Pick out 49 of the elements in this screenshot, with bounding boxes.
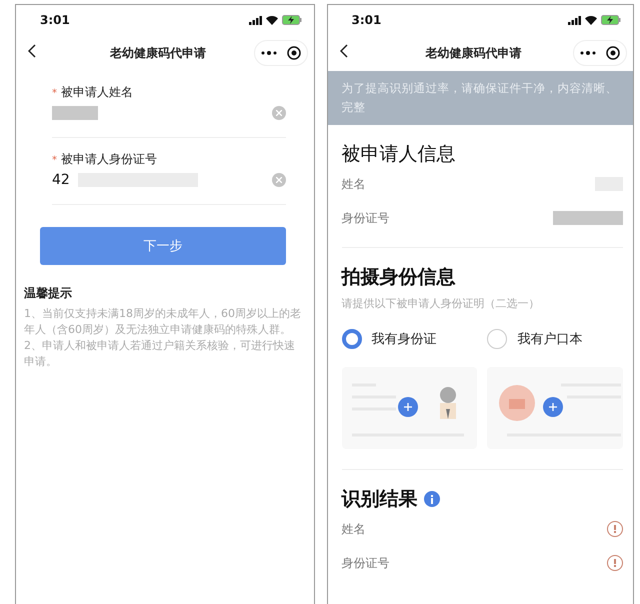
- notice-banner: 为了提高识别通过率，请确保证件干净，内容清晰、完整: [328, 71, 633, 125]
- blurred-text: [52, 106, 98, 120]
- battery-icon: [601, 15, 621, 25]
- add-photo-button[interactable]: [543, 397, 564, 417]
- more-button[interactable]: [580, 51, 596, 55]
- radio-option[interactable]: 我有身份证: [342, 329, 478, 349]
- more-button[interactable]: [260, 51, 276, 55]
- back-icon: [28, 44, 36, 58]
- info-icon[interactable]: [424, 491, 440, 507]
- input-field[interactable]: 42: [52, 168, 286, 192]
- section-title: 识别结果: [342, 487, 418, 512]
- tips-title: 温馨提示: [24, 285, 73, 302]
- more-icon: [260, 51, 276, 55]
- section-title: 被申请人信息: [342, 142, 456, 167]
- required-mark: *: [52, 88, 57, 99]
- close-icon: [276, 177, 282, 183]
- required-mark: *: [52, 155, 57, 166]
- upload-card[interactable]: [487, 367, 623, 449]
- tip-text: 1、当前仅支持未满18周岁的未成年人，60周岁以上的老年人（含60周岁）及无法独立申请健康码的特殊人群。: [24, 306, 302, 338]
- signal-icon: [568, 16, 581, 24]
- blurred-text: [553, 211, 623, 225]
- warning-icon: [607, 555, 623, 571]
- add-photo-button[interactable]: [398, 397, 418, 417]
- battery-icon: [282, 15, 302, 25]
- signal-icon: [248, 16, 262, 24]
- wifi-icon: [266, 16, 278, 24]
- field-value: 42: [52, 172, 70, 188]
- status-time: 3:01: [352, 13, 382, 27]
- plus-icon: [549, 403, 558, 411]
- row-label: 身份证号: [342, 554, 390, 572]
- wifi-icon: [585, 16, 597, 24]
- back-icon: [340, 44, 348, 58]
- row-label: 姓名: [342, 520, 366, 538]
- field-label: 被申请人姓名: [61, 85, 133, 99]
- close-icon: [276, 110, 282, 116]
- row-label: 姓名: [342, 176, 366, 192]
- row-label: 身份证号: [342, 210, 390, 226]
- section-subtitle: 请提供以下被申请人身份证明（二选一）: [342, 296, 540, 311]
- page-title: 老幼健康码代申请: [108, 44, 207, 62]
- field-label: 被申请人身份证号: [61, 152, 157, 166]
- warning-icon: [607, 521, 623, 537]
- upload-card[interactable]: [342, 367, 478, 449]
- tip-text: 2、申请人和被申请人若通过户籍关系核验，可进行快速申请。: [24, 338, 296, 370]
- page-title: 老幼健康码代申请: [424, 44, 522, 62]
- status-time: 3:01: [40, 13, 70, 27]
- more-icon: [580, 51, 596, 55]
- plus-icon: [404, 403, 412, 411]
- radio-option[interactable]: 我有户口本: [487, 329, 623, 349]
- section-title: 拍摄身份信息: [342, 265, 456, 290]
